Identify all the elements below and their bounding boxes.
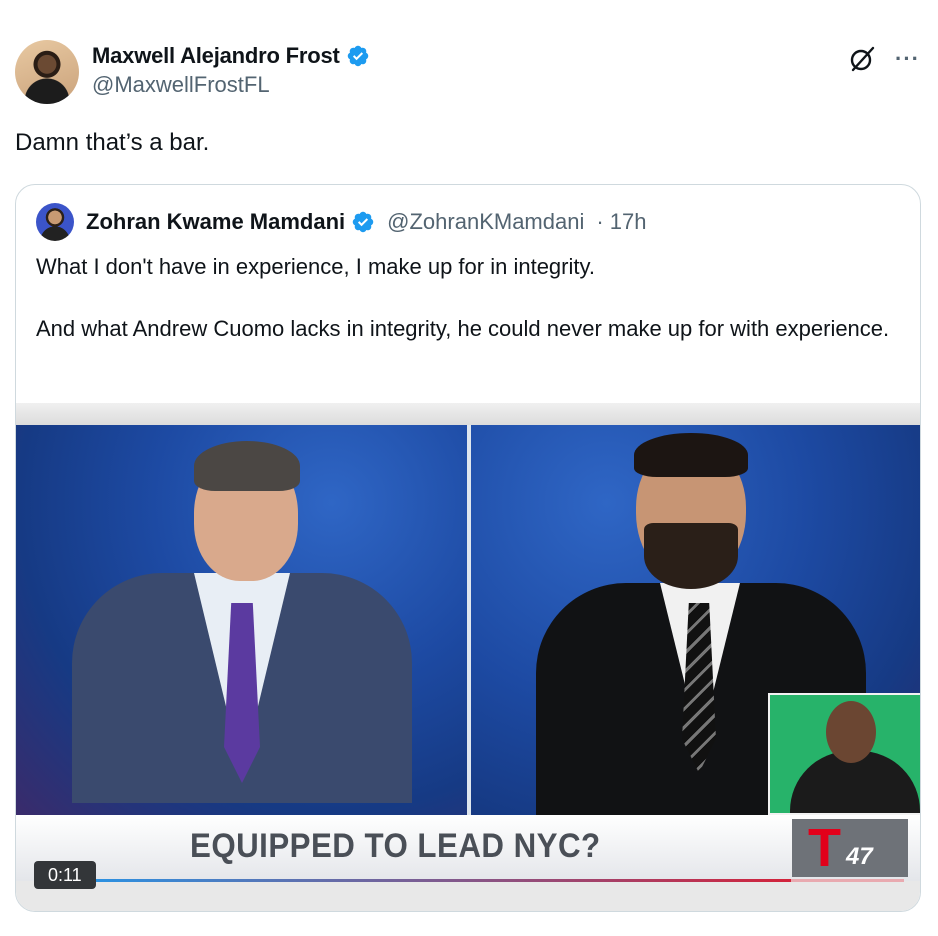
more-icon[interactable]: ··· [895,48,920,70]
grok-icon[interactable] [847,44,877,74]
left-speaker-hair [194,441,300,491]
right-speaker-hair [634,433,748,477]
interpreter-head [826,701,876,763]
video-timestamp: 0:11 [34,861,96,889]
video-top-strip [16,403,920,425]
progress-fill [34,879,791,882]
verified-badge-icon [347,45,368,67]
author-name[interactable]: Maxwell Alejandro Frost [92,43,340,69]
channel-number: 47 [846,843,873,870]
quoted-timestamp[interactable]: · 17h [596,209,646,235]
quoted-author-handle[interactable]: @ZohranKMamdani [387,209,584,235]
quoted-line-2: And what Andrew Cuomo lacks in integrity… [36,316,890,341]
author-handle[interactable]: @MaxwellFrostFL [92,72,370,98]
quoted-text: What I don't have in experience, I make … [36,251,896,375]
telemundo-logo-icon: T [808,818,841,878]
author-avatar[interactable] [15,40,79,104]
banner-text: EQUIPPED TO LEAD NYC? [190,827,601,865]
video-player[interactable]: EQUIPPED TO LEAD NYC? T 47 0:11 [16,403,920,911]
quoted-avatar[interactable] [36,203,74,241]
verified-badge-icon [352,211,374,233]
author-block: Maxwell Alejandro Frost @MaxwellFrostFL [92,42,370,98]
video-divider [467,425,471,815]
sign-language-interpreter [768,693,920,815]
quoted-header: Zohran Kwame Mamdani @ZohranKMamdani · 1… [36,203,647,241]
quoted-author-name[interactable]: Zohran Kwame Mamdani [86,209,345,235]
quoted-tweet[interactable]: Zohran Kwame Mamdani @ZohranKMamdani · 1… [15,184,921,912]
quoted-line-1: What I don't have in experience, I make … [36,254,595,279]
tweet-actions: ··· [847,44,920,74]
tweet-text: Damn that’s a bar. [15,129,210,156]
right-speaker-beard [644,523,738,589]
